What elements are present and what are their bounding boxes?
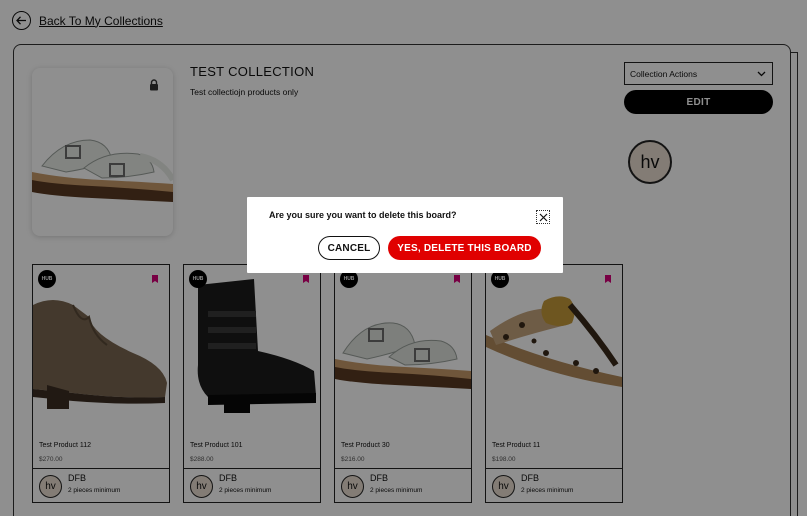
- delete-board-dialog: Are you sure you want to delete this boa…: [247, 197, 563, 273]
- dialog-question: Are you sure you want to delete this boa…: [269, 210, 457, 220]
- confirm-delete-button[interactable]: YES, DELETE THIS BOARD: [388, 236, 541, 260]
- cancel-button[interactable]: CANCEL: [318, 236, 380, 260]
- close-icon[interactable]: [536, 210, 550, 224]
